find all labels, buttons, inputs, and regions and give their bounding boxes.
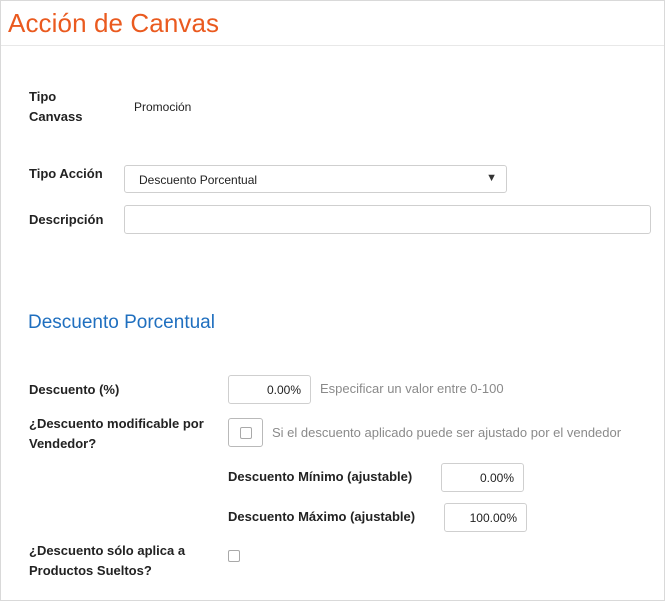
minimo-label: Descuento Mínimo (ajustable) (228, 469, 413, 484)
descuento-label: Descuento (%) (29, 382, 120, 397)
caret-down-icon: ▼ (486, 172, 497, 184)
maximo-label: Descuento Máximo (ajustable) (228, 509, 416, 524)
sueltos-label-line2: Productos Sueltos? (29, 563, 152, 578)
page-title: Acción de Canvas (8, 8, 220, 38)
tipo-accion-selected-value: Descuento Porcentual (139, 173, 258, 187)
modificable-checkbox-box[interactable] (240, 427, 252, 439)
tipo-accion-select[interactable]: Descuento Porcentual ▼ (124, 165, 507, 193)
descripcion-input[interactable] (124, 205, 651, 234)
descripcion-label: Descripción (29, 212, 104, 227)
tipo-canvass-label-line1: Tipo (29, 89, 57, 104)
tipo-canvass-label-line2: Canvass (29, 109, 83, 124)
descuento-hint: Especificar un valor entre 0-100 (320, 381, 504, 396)
section-title: Descuento Porcentual (28, 312, 215, 333)
descuento-input[interactable]: 0.00% (228, 375, 311, 404)
minimo-input-value: 0.00% (479, 471, 514, 485)
modificable-hint: Si el descuento aplicado puede ser ajust… (272, 425, 622, 440)
title-divider (1, 45, 664, 46)
maximo-input-value: 100.00% (469, 511, 517, 525)
maximo-input[interactable]: 100.00% (444, 503, 527, 532)
descuento-input-value: 0.00% (266, 383, 301, 397)
tipo-canvass-value: Promoción (134, 100, 192, 114)
tipo-accion-label: Tipo Acción (29, 166, 103, 181)
minimo-input[interactable]: 0.00% (441, 463, 524, 492)
sueltos-label-line1: ¿Descuento sólo aplica a (29, 543, 186, 558)
sueltos-checkbox[interactable] (228, 550, 240, 562)
modificable-label-line1: ¿Descuento modificable por (29, 416, 204, 431)
modificable-label-line2: Vendedor? (29, 436, 97, 451)
